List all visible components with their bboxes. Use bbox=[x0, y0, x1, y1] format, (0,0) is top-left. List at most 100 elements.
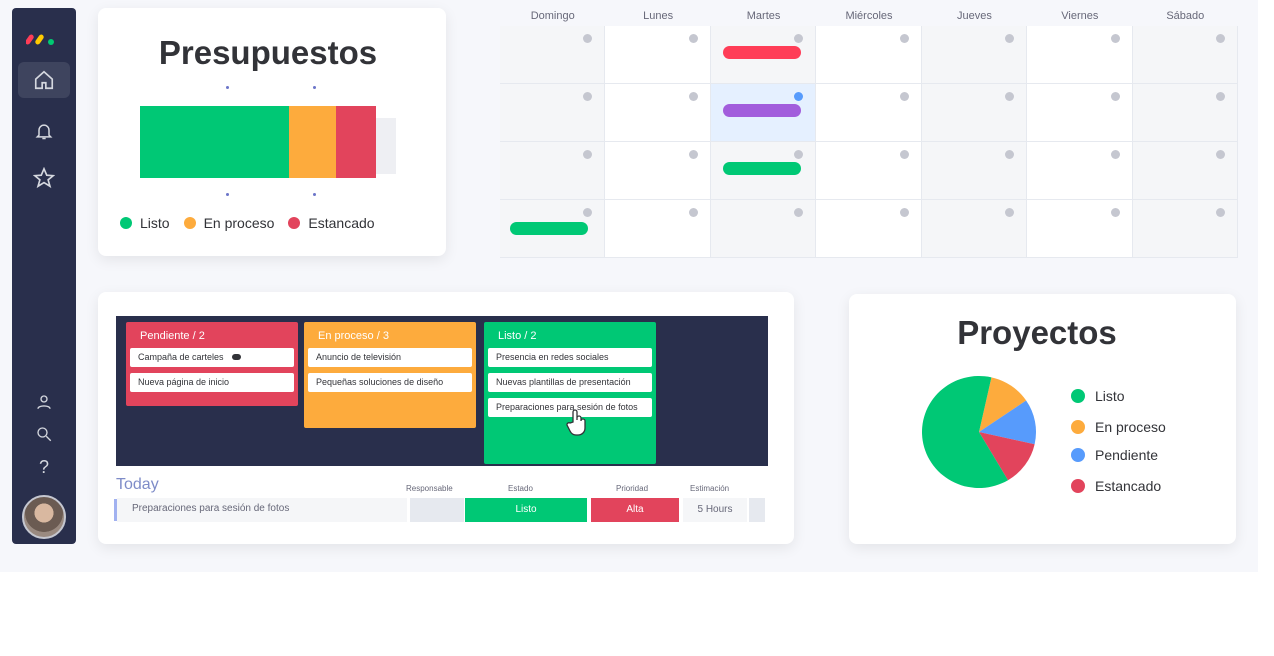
add-dot-icon[interactable] bbox=[688, 150, 698, 159]
column-header-responsable[interactable]: Responsable bbox=[406, 484, 453, 493]
add-dot-icon[interactable] bbox=[1216, 150, 1225, 159]
calendar-cell[interactable] bbox=[605, 84, 711, 142]
calendar-cell[interactable] bbox=[816, 26, 922, 84]
today-group-title[interactable]: Today bbox=[116, 476, 159, 494]
calendar-cell[interactable] bbox=[1132, 200, 1238, 258]
budget-segment-0[interactable] bbox=[140, 106, 289, 178]
legend-swatch-pendiente bbox=[1071, 448, 1085, 462]
add-dot-icon[interactable] bbox=[899, 34, 909, 43]
day-header: Domingo bbox=[530, 10, 575, 22]
item-name[interactable]: Preparaciones para sesión de fotos bbox=[132, 503, 289, 514]
day-header: Lunes bbox=[643, 10, 674, 22]
calendar-event[interactable] bbox=[722, 46, 801, 59]
column-header-prioridad[interactable]: Prioridad bbox=[616, 484, 648, 493]
calendar-cell[interactable] bbox=[1132, 26, 1238, 84]
add-dot-icon[interactable] bbox=[1005, 34, 1015, 43]
help-icon[interactable]: ? bbox=[12, 452, 76, 482]
calendar-cell[interactable] bbox=[816, 84, 922, 142]
monday-logo[interactable] bbox=[26, 30, 62, 46]
calendar-cell[interactable] bbox=[500, 142, 606, 200]
calendar-cell[interactable] bbox=[921, 200, 1028, 258]
calendar-cell[interactable] bbox=[921, 142, 1028, 200]
kanban-card: Pendiente / 2 Campaña de carteles Nueva … bbox=[98, 292, 794, 544]
add-dot-icon[interactable] bbox=[794, 150, 804, 159]
add-dot-icon[interactable] bbox=[1216, 92, 1225, 101]
column-listo: Listo / 2 Presencia en redes sociales Nu… bbox=[484, 322, 656, 464]
add-dot-icon[interactable] bbox=[583, 92, 593, 101]
add-dot-icon[interactable] bbox=[1110, 208, 1120, 217]
legend-label-listo: Listo bbox=[1095, 388, 1125, 404]
legend-label-pendiente: Pendiente bbox=[1095, 447, 1159, 463]
task-card[interactable]: Campaña de carteles bbox=[130, 348, 294, 367]
row-end-cell bbox=[749, 498, 765, 522]
calendar-cell[interactable] bbox=[1027, 84, 1133, 142]
calendar-cell[interactable] bbox=[500, 84, 606, 142]
projects-card: Proyectos Listo En proceso Pendiente Est… bbox=[849, 294, 1236, 544]
calendar-cell[interactable] bbox=[605, 26, 711, 84]
status-dot-icon bbox=[232, 354, 242, 360]
calendar-cell[interactable] bbox=[605, 142, 711, 200]
add-dot-icon[interactable] bbox=[899, 150, 909, 159]
left-sidebar: ? bbox=[12, 8, 76, 544]
add-dot-icon[interactable] bbox=[1110, 150, 1120, 159]
pie-legend-item: Pendiente bbox=[1071, 447, 1158, 463]
calendar-cell[interactable] bbox=[1132, 84, 1238, 142]
task-card[interactable]: Nuevas plantillas de presentación bbox=[488, 373, 652, 392]
add-dot-icon[interactable] bbox=[1110, 34, 1120, 43]
task-card[interactable]: Pequeñas soluciones de diseño bbox=[308, 373, 472, 392]
calendar-cell[interactable] bbox=[816, 142, 922, 200]
calendar-event[interactable] bbox=[510, 222, 588, 235]
add-dot-icon[interactable] bbox=[1216, 34, 1225, 43]
add-dot-icon[interactable] bbox=[1005, 92, 1015, 101]
calendar-event[interactable] bbox=[722, 104, 801, 117]
column-header-estimacion[interactable]: Estimación bbox=[690, 484, 729, 493]
add-dot-icon[interactable] bbox=[1110, 92, 1120, 101]
estado-cell[interactable]: Listo bbox=[465, 498, 587, 522]
search-icon[interactable] bbox=[12, 419, 76, 449]
add-dot-icon[interactable] bbox=[899, 92, 909, 101]
calendar-event[interactable] bbox=[722, 162, 801, 175]
add-dot-icon[interactable] bbox=[899, 208, 909, 217]
calendar-cell[interactable] bbox=[710, 142, 817, 200]
home-icon[interactable] bbox=[18, 62, 70, 98]
calendar-cell[interactable] bbox=[500, 200, 606, 258]
prioridad-cell[interactable]: Alta bbox=[591, 498, 679, 522]
calendar-cell[interactable] bbox=[710, 200, 817, 258]
add-dot-icon[interactable] bbox=[583, 150, 593, 159]
add-dot-icon[interactable] bbox=[583, 34, 593, 43]
estimacion-cell[interactable]: 5 Hours bbox=[683, 498, 747, 522]
calendar-cell[interactable] bbox=[1132, 142, 1238, 200]
calendar-cell[interactable] bbox=[605, 200, 711, 258]
calendar-cell[interactable] bbox=[1027, 142, 1133, 200]
calendar-cell[interactable] bbox=[500, 26, 606, 84]
task-card[interactable]: Nueva página de inicio bbox=[130, 373, 294, 392]
calendar-header: Domingo Lunes Martes Miércoles Jueves Vi… bbox=[500, 6, 1238, 26]
task-card[interactable]: Presencia en redes sociales bbox=[488, 348, 652, 367]
task-card[interactable]: Anuncio de televisión bbox=[308, 348, 472, 367]
add-dot-icon[interactable] bbox=[1005, 150, 1015, 159]
calendar-cell[interactable] bbox=[710, 84, 817, 142]
user-icon[interactable] bbox=[12, 387, 76, 417]
add-dot-icon[interactable] bbox=[794, 208, 804, 217]
calendar-cell[interactable] bbox=[816, 200, 922, 258]
calendar-cell[interactable] bbox=[1027, 200, 1133, 258]
add-dot-icon[interactable] bbox=[1005, 208, 1015, 217]
avatar[interactable] bbox=[22, 495, 66, 539]
add-dot-icon[interactable] bbox=[688, 92, 698, 101]
add-dot-icon[interactable] bbox=[794, 34, 804, 43]
star-icon[interactable] bbox=[12, 163, 76, 193]
calendar-cell[interactable] bbox=[1027, 26, 1133, 84]
calendar-cell[interactable] bbox=[710, 26, 817, 84]
responsable-cell[interactable] bbox=[410, 498, 464, 522]
add-dot-icon[interactable] bbox=[688, 208, 698, 217]
budget-segment-2[interactable] bbox=[335, 106, 376, 178]
add-dot-icon[interactable] bbox=[794, 92, 804, 101]
bell-icon[interactable] bbox=[12, 116, 76, 146]
calendar-cell[interactable] bbox=[921, 84, 1028, 142]
add-dot-icon[interactable] bbox=[583, 208, 593, 217]
add-dot-icon[interactable] bbox=[1216, 208, 1225, 217]
add-dot-icon[interactable] bbox=[688, 34, 698, 43]
column-header-estado[interactable]: Estado bbox=[508, 484, 533, 493]
budget-segment-1[interactable] bbox=[288, 106, 336, 178]
calendar-cell[interactable] bbox=[921, 26, 1028, 84]
